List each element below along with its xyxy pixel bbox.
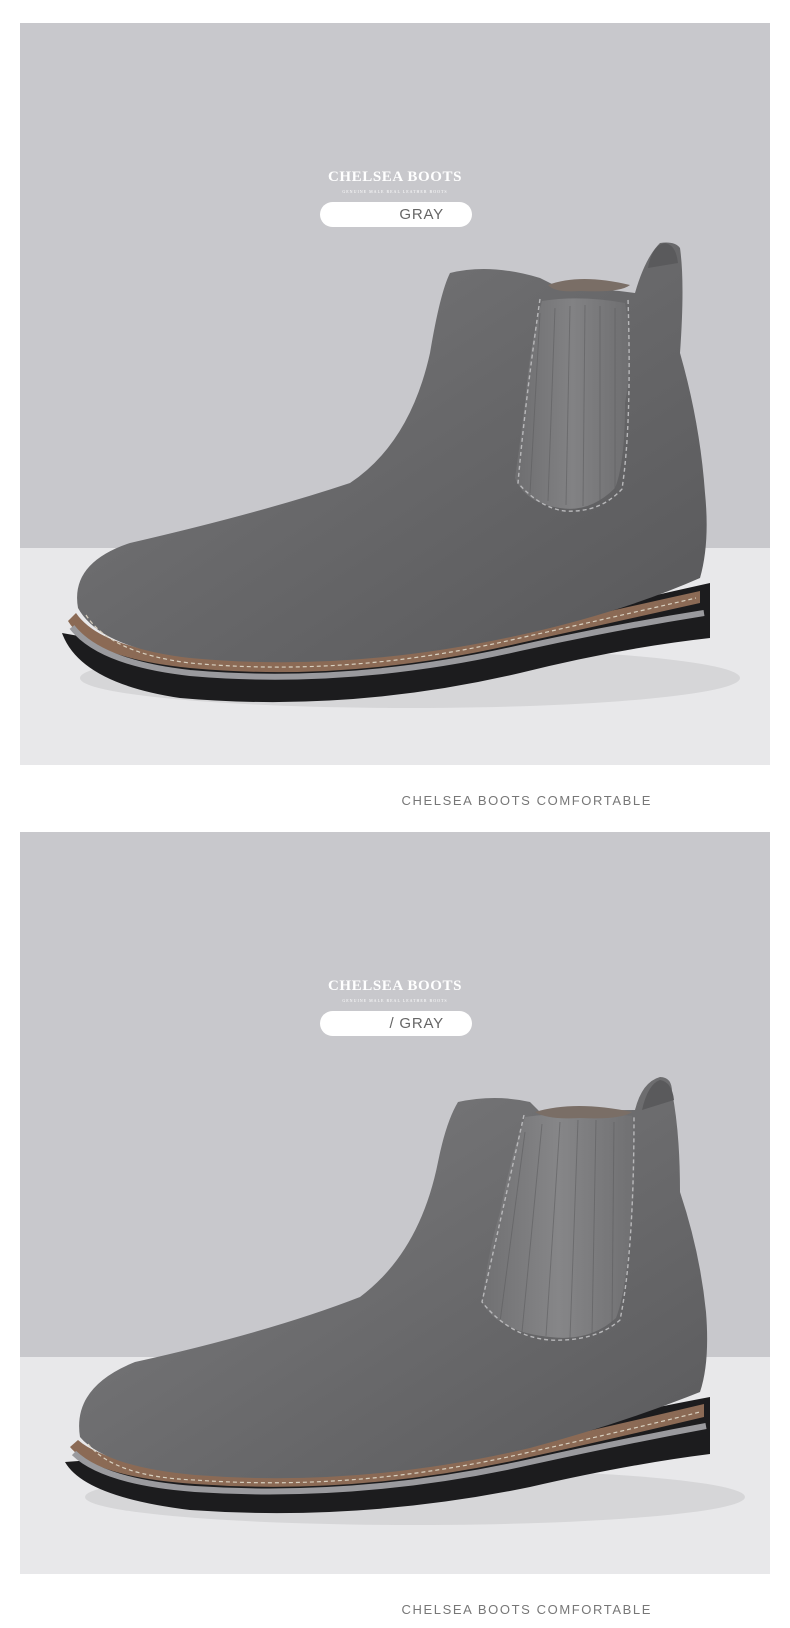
section-caption: CHELSEA BOOTS COMFORTABLE (401, 793, 652, 808)
color-label-pill: GRAY (320, 202, 472, 227)
section-caption: CHELSEA BOOTS COMFORTABLE (401, 1602, 652, 1617)
chelsea-boot-image (65, 1077, 745, 1525)
product-subheading: GENUINE MALE REAL LEATHER BOOTS (342, 998, 448, 1003)
product-heading: CHELSEA BOOTS (327, 169, 463, 185)
product-photo-panel: CHELSEA BOOTS GENUINE MALE REAL LEATHER … (20, 832, 770, 1574)
product-heading: CHELSEA BOOTS (327, 978, 463, 994)
product-photo-panel: CHELSEA BOOTS GENUINE MALE REAL LEATHER … (20, 23, 770, 765)
product-subheading: GENUINE MALE REAL LEATHER BOOTS (342, 189, 448, 194)
color-label-pill: / GRAY (320, 1011, 472, 1036)
chelsea-boot-image (62, 242, 740, 708)
